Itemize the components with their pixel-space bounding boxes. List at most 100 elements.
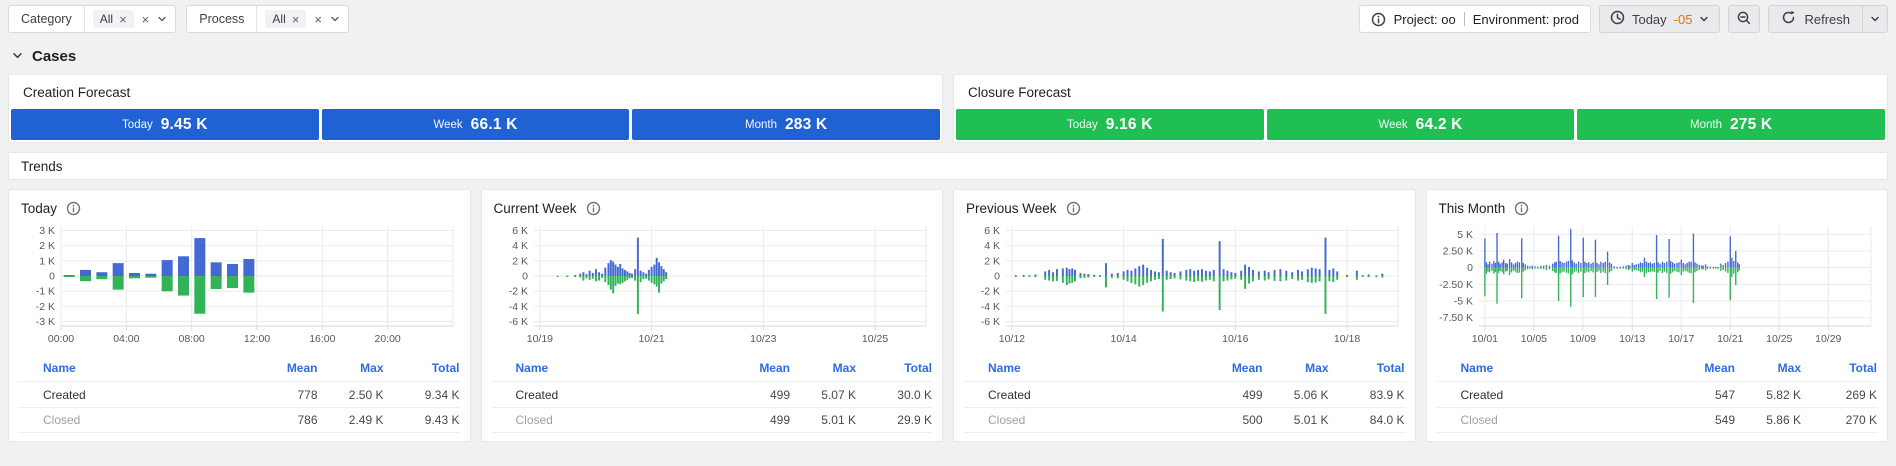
series-value: 5.86 K xyxy=(1766,413,1801,427)
creation-today-button[interactable]: Today 9.45 K xyxy=(11,109,319,140)
svg-text:10/29: 10/29 xyxy=(1815,333,1841,345)
forecast-row: Creation Forecast Today 9.45 K Week 66.1 K… xyxy=(8,74,1888,143)
refresh-button[interactable]: Refresh xyxy=(1769,6,1862,32)
svg-text:0: 0 xyxy=(1467,262,1473,274)
clear-filter-icon[interactable]: × xyxy=(142,13,150,26)
svg-text:08:00: 08:00 xyxy=(179,333,205,345)
trend-table-row: Closed 500 5.01 K 84.0 K xyxy=(964,407,1405,433)
trend-table-row: Closed 499 5.01 K 29.9 K xyxy=(491,407,932,433)
series-value: 5.01 K xyxy=(821,413,856,427)
info-icon[interactable] xyxy=(1066,201,1081,216)
trend-chart-svg: 3 K 2 K 1 K 0 -1 K -2 K -3 K 00:00 04:00 08:00 12:… xyxy=(36,225,454,345)
info-icon[interactable] xyxy=(586,201,601,216)
svg-text:00:00: 00:00 xyxy=(48,333,74,345)
series-value: 5.07 K xyxy=(821,387,856,402)
process-filter-label: Process xyxy=(187,6,258,32)
series-value: 30.0 K xyxy=(897,387,932,402)
zoom-out-button[interactable] xyxy=(1728,5,1761,33)
chart-title: Current Week xyxy=(493,201,577,216)
refresh-button-group: Refresh xyxy=(1768,5,1888,33)
project-label: Project: oo xyxy=(1393,11,1456,27)
info-icon[interactable] xyxy=(1514,201,1529,216)
svg-text:10/23: 10/23 xyxy=(750,333,776,345)
chip-remove-icon[interactable]: × xyxy=(119,13,127,26)
closure-week-button[interactable]: Week 64.2 K xyxy=(1266,109,1575,140)
series-value: 83.9 K xyxy=(1369,387,1405,402)
series-value: 9.43 K xyxy=(424,413,460,427)
trend-chart-svg: 6 K 4 K 2 K 0 -2 K -4 K -6 K 10/12 10/14 10/16 10/… xyxy=(981,225,1399,345)
series-name[interactable]: Closed xyxy=(516,413,727,427)
series-name[interactable]: Created xyxy=(1461,388,1672,402)
svg-text:2 K: 2 K xyxy=(512,255,528,267)
series-value: 499 xyxy=(1242,387,1263,402)
svg-text:0: 0 xyxy=(994,271,1000,283)
svg-text:-2 K: -2 K xyxy=(36,301,55,313)
creation-week-button[interactable]: Week 66.1 K xyxy=(321,109,630,140)
today-trend-chart: 3 K 2 K 1 K 0 -1 K -2 K -3 K 00:00 04:00 08:00 12:… xyxy=(19,220,460,354)
trend-charts-row: Today 3 K2 K1 K 0 -1 K -2 K -3 K 00:00 04:00 08… xyxy=(8,189,1888,442)
panel-title: Creation Forecast xyxy=(23,85,131,100)
svg-text:10/18: 10/18 xyxy=(1334,333,1360,345)
time-range-button[interactable]: Today -05 xyxy=(1598,5,1721,33)
series-name[interactable]: Closed xyxy=(43,413,254,427)
chevron-down-icon[interactable] xyxy=(157,14,167,24)
series-value: 269 K xyxy=(1845,387,1877,402)
series-value: 786 xyxy=(297,413,318,427)
environment-label: Environment: prod xyxy=(1472,11,1579,27)
svg-text:-4 K: -4 K xyxy=(508,301,527,313)
series-name[interactable]: Created xyxy=(516,388,727,402)
svg-text:20:00: 20:00 xyxy=(375,333,401,345)
svg-text:10/05: 10/05 xyxy=(1520,333,1546,345)
chevron-down-icon[interactable] xyxy=(330,14,340,24)
trend-table-row: Created 499 5.06 K 83.9 K xyxy=(964,381,1405,407)
svg-text:-2.50 K: -2.50 K xyxy=(1439,279,1473,291)
process-filter[interactable]: Process All × × xyxy=(186,5,349,33)
time-range-label: Today xyxy=(1631,11,1667,27)
today-trend-table: Name Mean Max Total Created 778 2.50 K 9.34 K Cl… xyxy=(19,355,460,433)
creation-month-button[interactable]: Month 283 K xyxy=(632,109,941,140)
trend-table-header: Name Mean Max Total xyxy=(43,361,460,375)
category-filter[interactable]: Category All × × xyxy=(8,5,177,33)
trend-table-row: Created 778 2.50 K 9.34 K xyxy=(19,381,460,407)
collapse-chevron-icon[interactable] xyxy=(12,49,23,64)
project-environment-info: Project: oo Environment: prod xyxy=(1358,5,1591,33)
series-name[interactable]: Closed xyxy=(988,413,1199,427)
cases-section-header[interactable]: Cases xyxy=(12,48,1888,65)
svg-text:-6 K: -6 K xyxy=(981,316,1000,328)
svg-text:-2 K: -2 K xyxy=(508,286,527,298)
svg-text:-1 K: -1 K xyxy=(36,286,55,298)
clock-icon xyxy=(1610,10,1625,28)
top-bar: Category All × × Process All × × Project… xyxy=(8,5,1888,33)
series-value: 2.49 K xyxy=(348,413,384,427)
chevron-down-icon xyxy=(1699,14,1709,24)
svg-text:16:00: 16:00 xyxy=(309,333,335,345)
closure-month-button[interactable]: Month 275 K xyxy=(1577,109,1886,140)
info-icon xyxy=(1371,12,1386,27)
process-filter-chip[interactable]: All × xyxy=(265,10,307,28)
svg-text:0: 0 xyxy=(49,271,55,283)
panel-title: Closure Forecast xyxy=(968,85,1071,100)
chip-remove-icon[interactable]: × xyxy=(292,13,300,26)
svg-text:-3 K: -3 K xyxy=(36,316,55,328)
series-name[interactable]: Created xyxy=(988,388,1199,402)
current-week-trend-chart: 6 K 4 K 2 K 0 -2 K -4 K -6 K 10/19 10/21 10/23 10/… xyxy=(492,220,933,354)
series-value: 500 xyxy=(1242,413,1263,427)
trend-table-row: Created 499 5.07 K 30.0 K xyxy=(491,381,932,407)
series-name[interactable]: Closed xyxy=(1461,413,1672,427)
refresh-options-button[interactable] xyxy=(1863,6,1887,32)
clear-filter-icon[interactable]: × xyxy=(314,13,322,26)
trend-table-header: Name Mean Max Total xyxy=(515,361,933,375)
svg-text:10/19: 10/19 xyxy=(526,333,552,345)
category-filter-chip[interactable]: All × xyxy=(92,10,134,28)
svg-text:10/25: 10/25 xyxy=(861,333,887,345)
info-icon[interactable] xyxy=(66,201,81,216)
svg-text:10/17: 10/17 xyxy=(1668,333,1694,345)
top-bar-right: Project: oo Environment: prod Today -05 xyxy=(1358,5,1888,33)
closure-today-button[interactable]: Today 9.16 K xyxy=(956,109,1264,140)
trend-table-row: Created 547 5.82 K 269 K xyxy=(1436,381,1877,407)
series-value: 84.0 K xyxy=(1369,413,1405,427)
zoom-out-icon xyxy=(1736,10,1752,29)
chart-title: This Month xyxy=(1438,201,1506,216)
series-name[interactable]: Created xyxy=(43,388,254,402)
series-value: 499 xyxy=(769,413,790,427)
